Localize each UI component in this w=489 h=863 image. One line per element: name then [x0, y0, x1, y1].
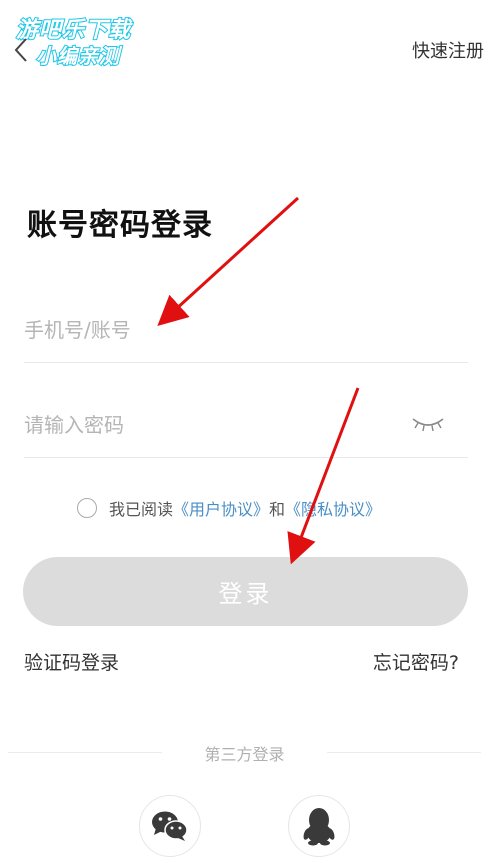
forgot-password-link[interactable]: 忘记密码? — [373, 648, 459, 675]
wechat-login-button[interactable] — [139, 795, 201, 857]
chevron-left-icon — [14, 38, 27, 62]
password-input[interactable] — [24, 397, 404, 453]
watermark-logo: 游吧乐下载 小编亲测 — [14, 10, 164, 70]
password-field — [24, 397, 468, 458]
account-field — [24, 302, 468, 363]
agreement-prefix: 我已阅读 — [109, 500, 174, 519]
page-title: 账号密码登录 — [27, 208, 213, 243]
wechat-icon — [152, 811, 188, 841]
qq-login-button[interactable] — [288, 795, 350, 857]
divider-right — [327, 752, 481, 753]
third-party-login-label: 第三方登录 — [204, 745, 285, 764]
watermark-line-2: 小编亲测 — [35, 43, 120, 69]
agreement-conjunction: 和 — [269, 500, 286, 519]
user-agreement-link[interactable]: 《用户协议》 — [173, 496, 269, 520]
agreement-row: 我已阅读 《用户协议》 和 《隐私协议》 — [77, 494, 381, 522]
account-input[interactable] — [24, 302, 404, 358]
sms-login-link[interactable]: 验证码登录 — [24, 648, 119, 675]
back-button[interactable] — [10, 36, 36, 64]
privacy-policy-link[interactable]: 《隐私协议》 — [285, 496, 381, 520]
agreement-checkbox[interactable] — [77, 498, 97, 518]
qq-penguin-icon — [303, 808, 335, 846]
login-button[interactable]: 登录 — [23, 557, 468, 626]
eye-closed-icon[interactable] — [410, 411, 446, 435]
quick-register-link[interactable]: 快速注册 — [412, 37, 484, 63]
